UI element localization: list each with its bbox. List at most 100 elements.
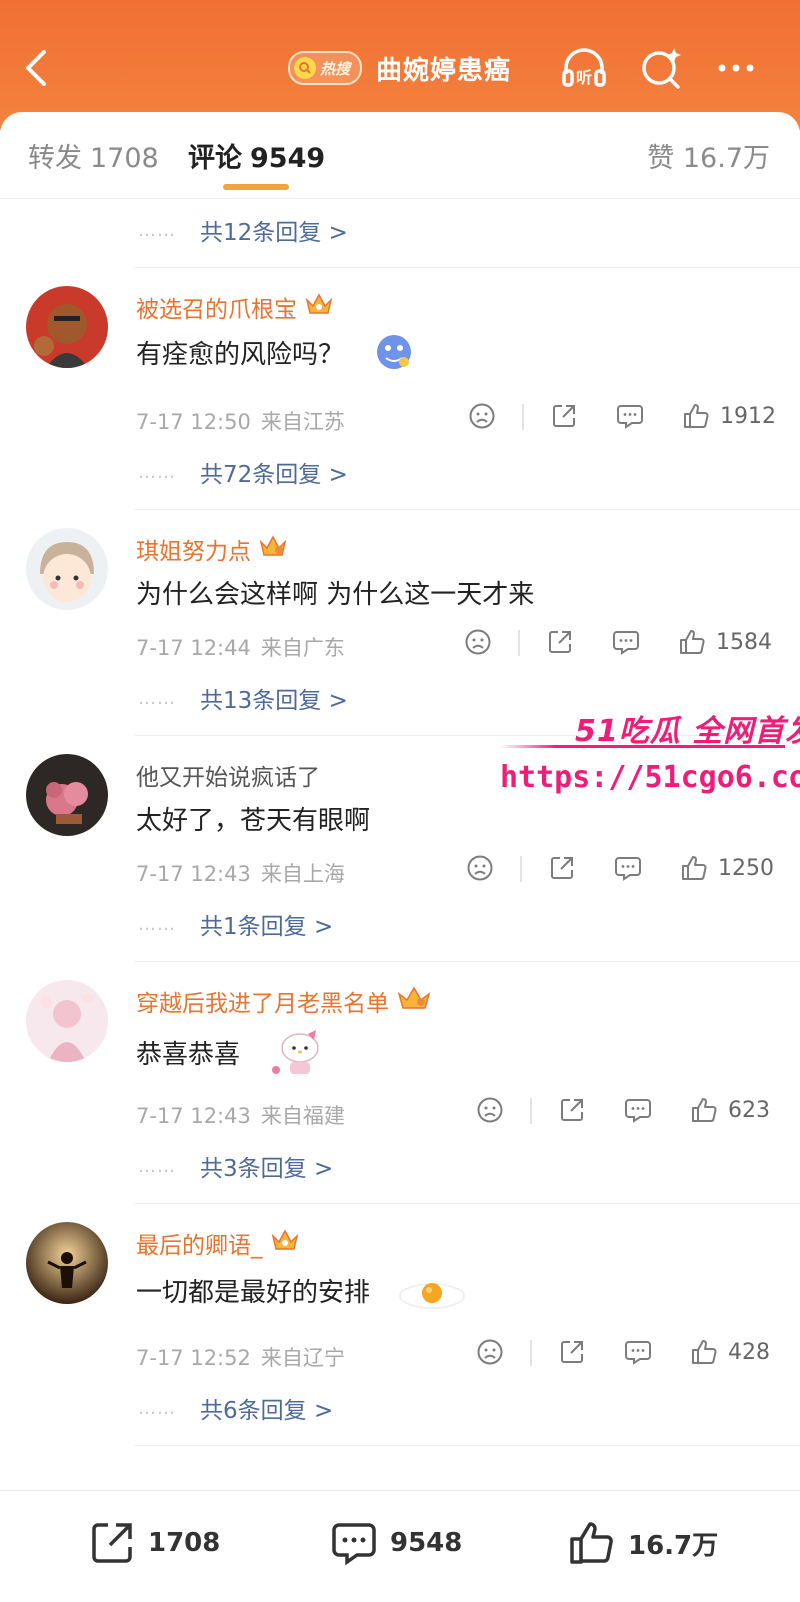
- like-count: 1250: [718, 855, 774, 881]
- share-button[interactable]: [548, 854, 576, 882]
- bottom-like-button[interactable]: 16.7万: [568, 1519, 718, 1567]
- like-button[interactable]: 1912: [682, 402, 776, 430]
- comment-meta: 7-17 12:50 来自江苏: [136, 406, 345, 436]
- dislike-button[interactable]: [476, 1338, 504, 1366]
- comment-time: 7-17 12:43: [136, 862, 251, 886]
- username-text: 最后的卿语_: [136, 1233, 263, 1259]
- like-button[interactable]: 1584: [678, 628, 772, 656]
- reply-expand-link[interactable]: …… 共12条回复 >: [138, 215, 348, 247]
- reply-expand-link[interactable]: …… 共6条回复 >: [138, 1393, 333, 1425]
- listen-label: 听: [576, 68, 592, 87]
- avatar-image-icon: [26, 528, 108, 610]
- more-button[interactable]: [712, 44, 760, 92]
- thumbs-up-icon: [684, 404, 709, 428]
- comment-divider: [135, 509, 800, 510]
- emoji-sticker-icon: [374, 332, 414, 379]
- avatar-image-icon: [26, 754, 108, 836]
- tab-repost-label: 转发: [28, 143, 82, 174]
- comment-divider: [135, 1445, 800, 1446]
- comment-username[interactable]: 被选召的爪根宝: [136, 290, 333, 324]
- comment-location: 来自上海: [260, 862, 345, 886]
- dislike-button[interactable]: [464, 628, 492, 656]
- tab-likes[interactable]: 赞 16.7万: [647, 136, 770, 175]
- comment-location: 来自广东: [260, 636, 345, 660]
- crown-badge-icon: [397, 985, 431, 1017]
- reply-dots: ……: [138, 219, 176, 241]
- thumbs-up-icon: [570, 1522, 613, 1564]
- reply-count-text: 共13条回复 >: [200, 688, 348, 714]
- avatar[interactable]: [26, 754, 108, 836]
- share-button[interactable]: [550, 402, 578, 430]
- sad-face-icon: [467, 855, 493, 881]
- tab-repost[interactable]: 转发 1708: [28, 136, 159, 175]
- sad-face-icon: [477, 1097, 503, 1123]
- share-icon: [553, 405, 575, 427]
- reply-expand-link[interactable]: …… 共13条回复 >: [138, 683, 348, 715]
- active-tab-indicator: [223, 184, 289, 190]
- tab-repost-count: 1708: [90, 143, 159, 174]
- top-header: 热搜 曲婉婷患癌 听: [0, 0, 800, 130]
- title-area[interactable]: 热搜 曲婉婷患癌: [288, 48, 511, 88]
- bottom-comment-button[interactable]: 9548: [330, 1519, 462, 1567]
- comment-bubble-icon: [613, 631, 639, 655]
- search-button[interactable]: [638, 44, 686, 92]
- avatar[interactable]: [26, 286, 108, 368]
- crown-badge-icon: [305, 292, 333, 322]
- comment-text: 恭喜恭喜: [136, 1026, 328, 1085]
- reply-dots: ……: [138, 1155, 176, 1177]
- like-count: 1912: [720, 403, 776, 429]
- comment-location: 来自福建: [260, 1104, 345, 1128]
- comment-bubble-icon: [615, 857, 641, 881]
- tab-comments[interactable]: 评论 9549: [188, 136, 325, 175]
- comment-text: 有痊愈的风险吗？: [136, 332, 414, 379]
- chevron-left-icon: [26, 50, 46, 86]
- dislike-button[interactable]: [466, 854, 494, 882]
- reply-expand-link[interactable]: …… 共3条回复 >: [138, 1151, 333, 1183]
- comment-bubble-icon: [617, 405, 643, 429]
- reply-expand-link[interactable]: …… 共1条回复 >: [138, 909, 333, 941]
- reply-button[interactable]: [616, 402, 644, 430]
- dislike-button[interactable]: [468, 402, 496, 430]
- share-icon: [92, 1523, 132, 1563]
- avatar[interactable]: [26, 528, 108, 610]
- thumbs-up-icon: [680, 630, 705, 654]
- page-title: 曲婉婷患癌: [376, 55, 512, 86]
- username-text: 琪姐努力点: [136, 539, 251, 565]
- avatar[interactable]: [26, 980, 108, 1062]
- comment-username[interactable]: 最后的卿语_: [136, 1226, 299, 1260]
- comment-text-content: 恭喜恭喜: [136, 1040, 241, 1070]
- dislike-button[interactable]: [476, 1096, 504, 1124]
- like-button[interactable]: 1250: [680, 854, 774, 882]
- comment-text-content: 一切都是最好的安排: [136, 1278, 371, 1308]
- reply-button[interactable]: [612, 628, 640, 656]
- share-button[interactable]: [558, 1338, 586, 1366]
- comment-location: 来自辽宁: [260, 1346, 345, 1370]
- comment-username[interactable]: 穿越后我进了月老黑名单: [136, 984, 431, 1018]
- reply-dots: ……: [138, 461, 176, 483]
- back-button[interactable]: [18, 44, 58, 92]
- fried-egg-sticker-icon: [388, 1268, 468, 1319]
- share-button[interactable]: [546, 628, 574, 656]
- sad-face-icon: [477, 1339, 503, 1365]
- comment-username[interactable]: 琪姐努力点: [136, 532, 287, 566]
- tab-likes-count: 16.7万: [682, 143, 770, 174]
- reply-expand-link[interactable]: …… 共72条回复 >: [138, 457, 348, 489]
- avatar[interactable]: [26, 1222, 108, 1304]
- like-button[interactable]: 623: [690, 1096, 770, 1124]
- reply-button[interactable]: [624, 1338, 652, 1366]
- action-separator: [530, 1098, 532, 1124]
- comment-divider: [135, 961, 800, 962]
- reply-button[interactable]: [614, 854, 642, 882]
- listen-button[interactable]: 听: [560, 44, 608, 92]
- tabs-bar: 转发 1708 评论 9549 赞 16.7万: [0, 112, 800, 199]
- thumbs-up-icon: [692, 1098, 717, 1122]
- watermark-title: 51吃瓜 全网首发: [575, 714, 800, 749]
- reply-button[interactable]: [624, 1096, 652, 1124]
- comment-username[interactable]: 他又开始说疯话了: [136, 758, 320, 792]
- sad-face-icon: [469, 403, 495, 429]
- bottom-repost-button[interactable]: 1708: [88, 1519, 220, 1567]
- thumbs-up-icon: [692, 1340, 717, 1364]
- like-button[interactable]: 428: [690, 1338, 770, 1366]
- share-button[interactable]: [558, 1096, 586, 1124]
- comment-text: 一切都是最好的安排: [136, 1268, 468, 1319]
